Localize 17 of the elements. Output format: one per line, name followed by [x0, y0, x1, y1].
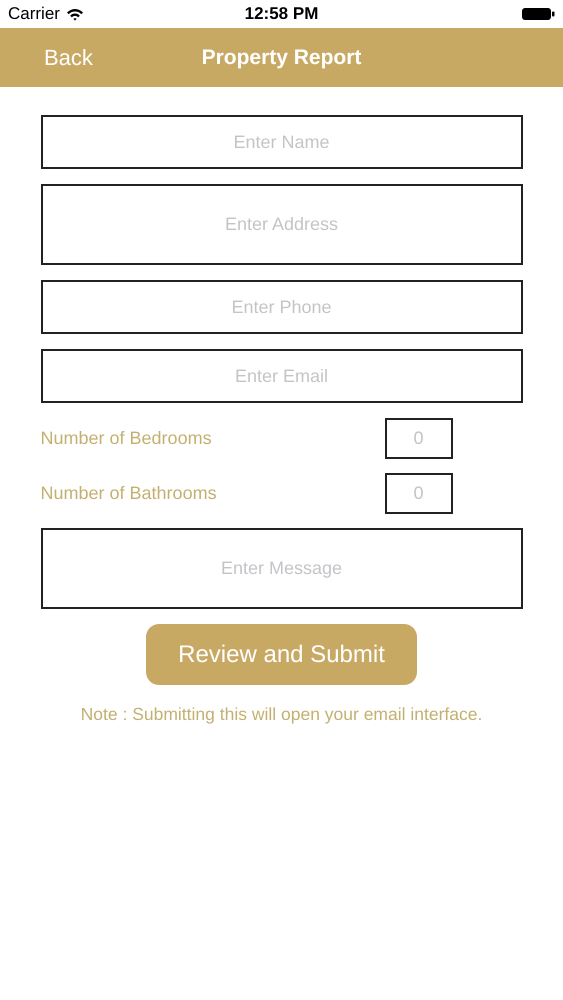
screen-title: Property Report [202, 46, 362, 70]
input-field[interactable]: Enter Email [40, 349, 522, 403]
input-field[interactable]: Enter Address [40, 184, 522, 265]
note-text: Note : Submitting this will open your email interface. [80, 704, 482, 725]
clock-time: 12:58 PM [244, 4, 318, 24]
field-label: Number of Bathrooms [40, 483, 217, 504]
wifi-icon [66, 8, 84, 20]
back-button[interactable]: Back [36, 40, 101, 74]
carrier-label: Carrier [8, 4, 60, 24]
submit-button[interactable]: Review and Submit [146, 624, 417, 685]
input-field[interactable]: Enter Phone [40, 280, 522, 334]
message-field[interactable]: Enter Message [40, 528, 522, 609]
battery-icon [522, 7, 555, 21]
number-field[interactable]: 0 [384, 473, 452, 514]
input-field[interactable]: Enter Name [40, 115, 522, 169]
field-label: Number of Bedrooms [40, 428, 212, 449]
number-field[interactable]: 0 [384, 418, 452, 459]
